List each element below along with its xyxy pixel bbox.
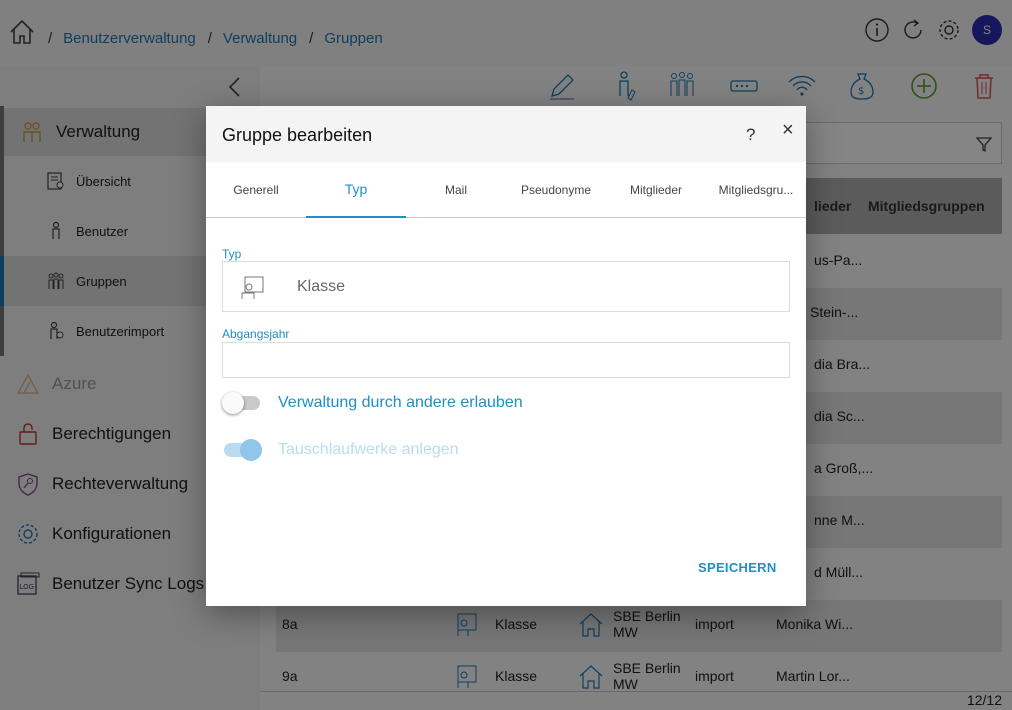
tab-pseudonyme[interactable]: Pseudonyme bbox=[506, 162, 606, 218]
toggle-tauschlaufwerke-label: Tauschlaufwerke anlegen bbox=[278, 441, 459, 458]
abgangsjahr-label: Abgangsjahr bbox=[222, 327, 290, 341]
dialog-title: Gruppe bearbeiten bbox=[222, 125, 373, 145]
tab-generell[interactable]: Generell bbox=[206, 162, 306, 218]
edit-group-dialog: Gruppe bearbeiten ? × Generell Typ Mail … bbox=[206, 106, 806, 606]
typ-value: Klasse bbox=[297, 278, 346, 295]
close-button[interactable]: × bbox=[782, 119, 794, 142]
toggle-tauschlaufwerke bbox=[222, 439, 262, 461]
class-icon bbox=[241, 276, 264, 299]
dialog-tabs: Generell Typ Mail Pseudonyme Mitglieder … bbox=[206, 162, 806, 218]
typ-label: Typ bbox=[222, 247, 242, 261]
tab-mitgliedsgruppen[interactable]: Mitgliedsgru... bbox=[706, 162, 806, 218]
toggle-knob bbox=[240, 439, 262, 461]
help-button[interactable]: ? bbox=[746, 125, 755, 145]
dialog-header: Gruppe bearbeiten ? × bbox=[206, 106, 806, 162]
save-button[interactable]: SPEICHERN bbox=[698, 560, 777, 575]
toggle-verwaltung[interactable] bbox=[222, 392, 262, 414]
typ-select[interactable]: Klasse bbox=[222, 261, 790, 312]
toggle-knob bbox=[222, 392, 244, 414]
abgangsjahr-field[interactable] bbox=[222, 342, 790, 378]
tab-typ[interactable]: Typ bbox=[306, 162, 406, 218]
tab-mitglieder[interactable]: Mitglieder bbox=[606, 162, 706, 218]
tab-mail[interactable]: Mail bbox=[406, 162, 506, 218]
toggle-verwaltung-label: Verwaltung durch andere erlauben bbox=[278, 394, 523, 411]
